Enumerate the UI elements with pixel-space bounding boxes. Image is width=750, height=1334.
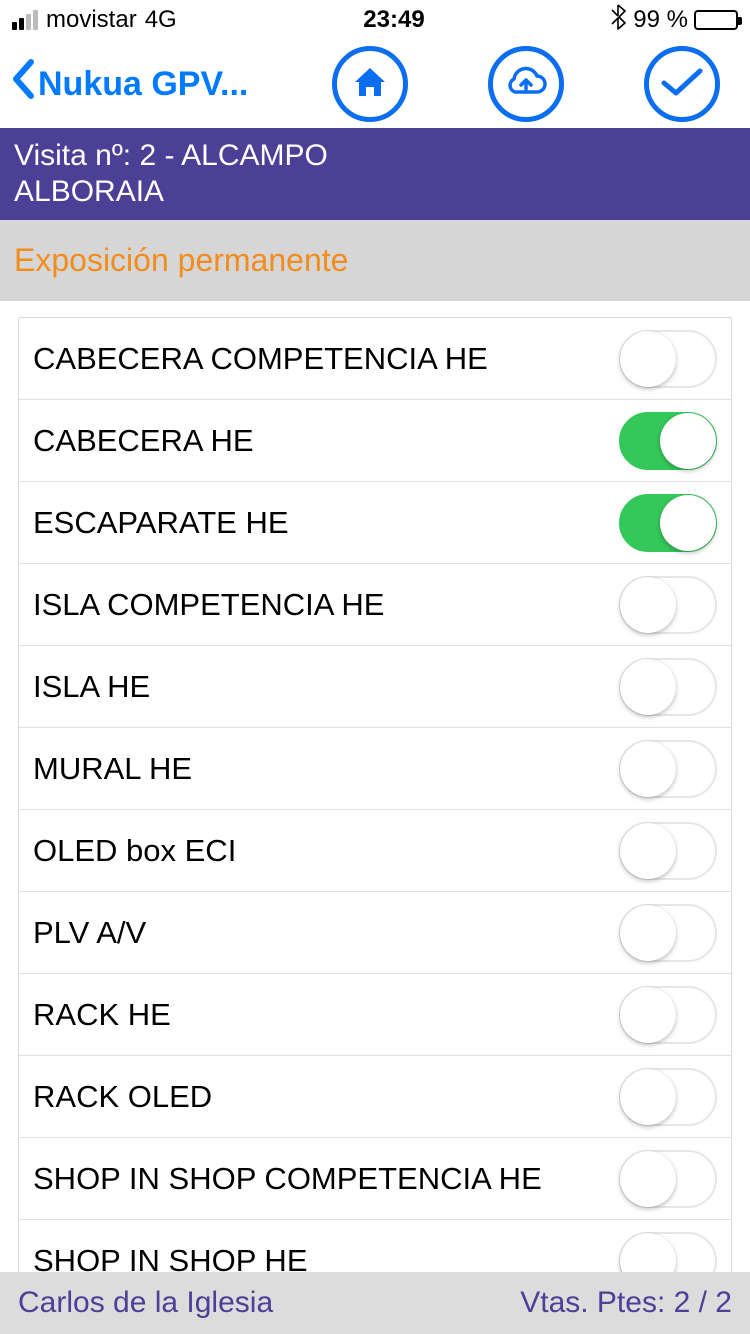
status-right: 99 % — [611, 4, 738, 37]
toggle-list[interactable]: CABECERA COMPETENCIA HE CABECERA HE ESCAPA… — [18, 317, 732, 1301]
list-item-label: ISLA HE — [33, 669, 150, 705]
home-button[interactable] — [332, 46, 408, 122]
list-item: RACK HE — [19, 974, 731, 1056]
toggle-switch[interactable] — [619, 330, 717, 388]
status-left: movistar 4G — [12, 6, 177, 34]
list-item: SHOP IN SHOP COMPETENCIA HE — [19, 1138, 731, 1220]
list-item: ISLA COMPETENCIA HE — [19, 564, 731, 646]
toggle-switch[interactable] — [619, 740, 717, 798]
toggle-switch[interactable] — [619, 412, 717, 470]
toggle-switch[interactable] — [619, 822, 717, 880]
visit-line2: ALBORAIA — [14, 174, 736, 210]
section-title: Exposición permanente — [14, 242, 348, 278]
upload-button[interactable] — [488, 46, 564, 122]
list-item: OLED box ECI — [19, 810, 731, 892]
visit-line1: Visita nº: 2 - ALCAMPO — [14, 138, 736, 174]
list-item-label: ESCAPARATE HE — [33, 505, 289, 541]
visit-header: Visita nº: 2 - ALCAMPO ALBORAIA — [0, 128, 750, 220]
nav-bar: Nukua GPV... — [0, 40, 750, 128]
list-item-label: MURAL HE — [33, 751, 192, 787]
list-item: PLV A/V — [19, 892, 731, 974]
confirm-button[interactable] — [644, 46, 720, 122]
list-item-label: SHOP IN SHOP COMPETENCIA HE — [33, 1161, 542, 1197]
carrier-label: movistar — [46, 6, 137, 34]
network-label: 4G — [145, 6, 177, 34]
toggle-switch[interactable] — [619, 658, 717, 716]
list-item-label: RACK HE — [33, 997, 171, 1033]
list-item-label: RACK OLED — [33, 1079, 212, 1115]
chevron-left-icon — [10, 57, 36, 111]
back-title: Nukua GPV... — [38, 65, 248, 104]
home-icon — [350, 62, 390, 107]
toggle-switch[interactable] — [619, 1068, 717, 1126]
back-button[interactable]: Nukua GPV... — [10, 57, 248, 111]
section-header: Exposición permanente — [0, 220, 750, 301]
list-item: MURAL HE — [19, 728, 731, 810]
list-item-label: CABECERA COMPETENCIA HE — [33, 341, 488, 377]
toggle-switch[interactable] — [619, 576, 717, 634]
signal-icon — [12, 10, 38, 30]
battery-percent: 99 % — [633, 6, 688, 34]
toggle-switch[interactable] — [619, 494, 717, 552]
cloud-upload-icon — [503, 62, 549, 107]
list-item-label: ISLA COMPETENCIA HE — [33, 587, 384, 623]
status-bar: movistar 4G 23:49 99 % — [0, 0, 750, 40]
footer-bar: Carlos de la Iglesia Vtas. Ptes: 2 / 2 — [0, 1272, 750, 1334]
battery-icon — [694, 10, 738, 30]
toggle-switch[interactable] — [619, 986, 717, 1044]
list-item-label: PLV A/V — [33, 915, 146, 951]
list-item-label: OLED box ECI — [33, 833, 236, 869]
list-item: ISLA HE — [19, 646, 731, 728]
list-item-label: CABECERA HE — [33, 423, 254, 459]
toggle-switch[interactable] — [619, 904, 717, 962]
list-item: ESCAPARATE HE — [19, 482, 731, 564]
list-item: CABECERA HE — [19, 400, 731, 482]
list-item: CABECERA COMPETENCIA HE — [19, 318, 731, 400]
bluetooth-icon — [611, 4, 627, 37]
list-item: RACK OLED — [19, 1056, 731, 1138]
check-icon — [660, 65, 704, 104]
toggle-switch[interactable] — [619, 1150, 717, 1208]
clock: 23:49 — [363, 6, 424, 34]
footer-user: Carlos de la Iglesia — [18, 1286, 273, 1320]
footer-pending: Vtas. Ptes: 2 / 2 — [520, 1286, 732, 1320]
